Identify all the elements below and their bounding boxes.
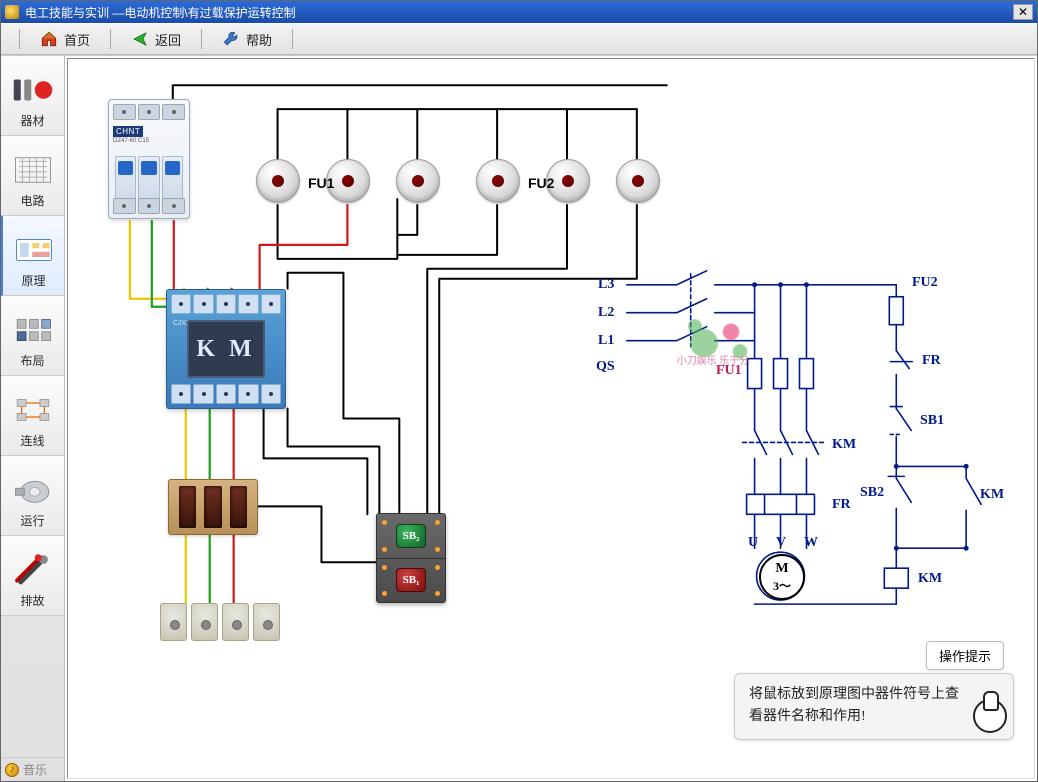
motor-icon (12, 472, 54, 508)
sidebar-label-qicai: 器材 (20, 112, 44, 129)
sidebar-label-yuanli: 原理 (21, 272, 45, 289)
sidebar-label-paigu: 排故 (20, 592, 44, 609)
contactor-label: K M (187, 320, 265, 378)
circuit-icon (12, 152, 54, 188)
sidebar-item-dianlu[interactable]: 电路 (1, 136, 64, 216)
back-label: 返回 (155, 30, 181, 49)
hint-title-text: 操作提示 (939, 649, 991, 664)
home-icon (40, 30, 58, 48)
sidebar-item-lianxian[interactable]: 连线 (1, 376, 64, 456)
home-label: 首页 (64, 30, 90, 49)
sidebar-item-qicai[interactable]: 器材 (1, 56, 64, 136)
watermark: 小刀娱乐 乐于分 (668, 315, 758, 371)
sidebar-item-buju[interactable]: 布局 (1, 296, 64, 376)
contactor-device[interactable]: CJX2 2510 K M (166, 289, 286, 409)
wire-icon (12, 392, 54, 428)
label-fr-aux: FR (922, 353, 941, 369)
sidebar-item-yunxing[interactable]: 运行 (1, 456, 64, 536)
layout-icon (12, 312, 54, 348)
fuse-fu2-a[interactable] (476, 159, 520, 203)
motor-m: M (775, 561, 788, 577)
sb2-button[interactable]: SB₂ (396, 524, 426, 548)
wrench-icon (222, 30, 240, 48)
window-title: 电工技能与实训 —电动机控制\有过载保护运转控制 (25, 4, 296, 21)
sb1-label: SB₁ (403, 574, 420, 586)
fuse-fu1-a[interactable] (256, 159, 300, 203)
titlebar: 电工技能与实训 —电动机控制\有过载保护运转控制 ✕ (1, 1, 1037, 23)
label-km-coil: KM (918, 571, 942, 587)
fuse-fu2-c[interactable] (616, 159, 660, 203)
sb2-label: SB₂ (403, 530, 420, 542)
breaker-model: DZ47-60 C15 (113, 138, 149, 145)
label-fu2: FU2 (912, 275, 938, 291)
home-button[interactable]: 首页 (30, 26, 100, 53)
sb1-button[interactable]: SB₁ (396, 568, 426, 592)
label-fu1: FU1 (716, 363, 742, 379)
label-l2: L2 (598, 305, 614, 321)
back-button[interactable]: 返回 (121, 26, 191, 53)
breaker-brand: CHNT (113, 126, 143, 137)
sidebar: 器材 电路 原理 (1, 56, 65, 781)
watermark-text: 小刀娱乐 乐于分 (668, 352, 758, 367)
label-km-main: KM (832, 437, 856, 453)
sidebar-item-paigu[interactable]: 排故 (1, 536, 64, 616)
motor-symbol[interactable]: M 3～ (759, 554, 805, 600)
label-v: V (776, 535, 786, 551)
label-fr-main: FR (832, 497, 851, 513)
hint-title[interactable]: 操作提示 (926, 641, 1004, 670)
label-l3: L3 (598, 277, 614, 293)
pushbutton-box[interactable]: SB₂ SB₁ (376, 513, 446, 603)
breaker-device[interactable]: CHNT DZ47-60 C15 (108, 99, 190, 219)
music-button[interactable]: ♪ 音乐 (1, 757, 64, 781)
fu2-label: FU2 (528, 175, 554, 191)
label-sb1: SB1 (920, 413, 944, 429)
components-icon (12, 72, 54, 108)
thumbs-up-icon (973, 699, 1007, 733)
back-arrow-icon (131, 30, 149, 48)
label-u: U (748, 535, 758, 551)
music-note-icon: ♪ (5, 763, 19, 777)
thermal-relay-device[interactable] (168, 479, 258, 535)
motor-3p: 3～ (773, 577, 791, 594)
fu1-label: FU1 (308, 175, 334, 191)
sidebar-spacer (1, 616, 64, 757)
close-icon: ✕ (1018, 5, 1028, 19)
hint-panel: 将鼠标放到原理图中器件符号上查看器件名称和作用! (734, 673, 1014, 740)
music-label: 音乐 (23, 761, 47, 778)
output-terminals[interactable] (160, 603, 280, 641)
help-button[interactable]: 帮助 (212, 26, 282, 53)
diagram-canvas[interactable]: CHNT DZ47-60 C15 FU1 FU2 CJX2 2510 K M (67, 58, 1035, 779)
sidebar-item-yuanli[interactable]: 原理 (1, 216, 64, 296)
sidebar-label-yunxing: 运行 (20, 512, 44, 529)
label-qs: QS (596, 359, 615, 375)
close-button[interactable]: ✕ (1013, 4, 1033, 20)
toolbar: 首页 返回 帮助 (1, 23, 1037, 55)
sidebar-label-buju: 布局 (20, 352, 44, 369)
label-l1: L1 (598, 333, 614, 349)
app-icon (5, 5, 19, 19)
schematic-icon (13, 232, 55, 268)
troubleshoot-icon (12, 552, 54, 588)
sidebar-label-lianxian: 连线 (20, 432, 44, 449)
hint-body-text: 将鼠标放到原理图中器件符号上查看器件名称和作用! (749, 687, 959, 724)
sidebar-label-dianlu: 电路 (20, 192, 44, 209)
label-w: W (804, 535, 818, 551)
label-km-aux: KM (980, 487, 1004, 503)
help-label: 帮助 (246, 30, 272, 49)
label-sb2: SB2 (860, 485, 884, 501)
fuse-fu1-c[interactable] (396, 159, 440, 203)
